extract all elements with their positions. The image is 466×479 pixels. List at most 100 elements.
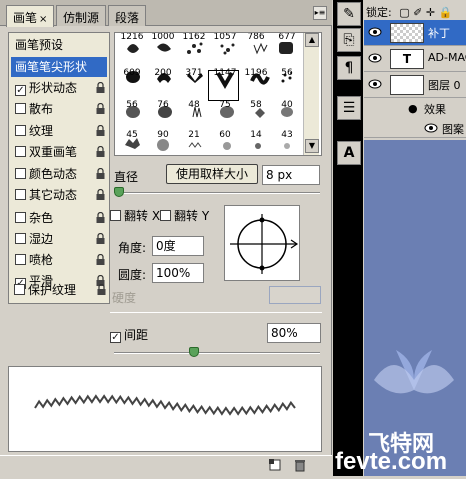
checkbox[interactable] [14, 284, 25, 295]
flip-x-label: 翻转 X [124, 209, 161, 223]
lock-icon[interactable] [96, 125, 105, 136]
visibility-eye-icon[interactable] [368, 53, 382, 63]
separator [110, 312, 322, 313]
layer-row-layer0[interactable]: 图层 0 [364, 72, 466, 98]
checkbox[interactable] [15, 146, 26, 157]
brush-size-label: 40 [281, 100, 293, 110]
stroke-preview [8, 366, 322, 452]
lock-icon[interactable] [96, 168, 105, 179]
spacing-checkbox[interactable]: ✓ [110, 332, 121, 343]
list-item-dual-brush[interactable]: 双重画笔 [11, 142, 107, 162]
list-item-other-dynamics[interactable]: 其它动态 [11, 185, 107, 205]
list-item-scattering[interactable]: 散布 [11, 99, 107, 119]
spacing-field[interactable]: 80% [267, 323, 321, 343]
brush-grid-scrollbar[interactable]: ▲ ▼ [303, 33, 319, 155]
visibility-eye-icon[interactable] [424, 123, 438, 133]
roundness-field[interactable]: 100% [152, 263, 204, 283]
brush-size-label: 60 [219, 130, 231, 140]
layer-name: AD-MAC [428, 51, 466, 64]
tab-brush[interactable]: 画笔 × [6, 5, 55, 27]
lock-pixels-icon[interactable]: ✐ [413, 6, 422, 19]
scroll-up-icon[interactable]: ▲ [305, 33, 319, 47]
checkbox[interactable] [15, 125, 26, 136]
effects-row[interactable]: ● 效果 [364, 98, 466, 118]
angle-crosshair-icon[interactable] [225, 206, 301, 282]
layer-row-patch[interactable]: 补丁 [364, 20, 466, 46]
flip-y-checkbox[interactable] [160, 210, 171, 221]
checkbox[interactable] [15, 233, 26, 244]
lock-icon[interactable] [96, 82, 105, 93]
checkbox[interactable] [15, 254, 26, 265]
lock-icon[interactable] [97, 284, 106, 295]
lock-icon[interactable] [96, 146, 105, 157]
visibility-eye-icon[interactable] [368, 27, 382, 37]
list-item-label: 形状动态 [29, 81, 78, 95]
flip-x-option[interactable]: 翻转 X [110, 207, 160, 224]
selected-brush[interactable] [208, 70, 239, 101]
list-item-label: 双重画笔 [29, 145, 78, 159]
list-item-brush-presets[interactable]: 画笔预设 [11, 35, 107, 55]
list-item-label: 湿边 [29, 232, 54, 246]
lock-transparency-icon[interactable]: ▢ [399, 6, 409, 19]
brush-size-label: 56 [126, 100, 138, 110]
list-item-label: 保护纹理 [28, 283, 77, 297]
layer-thumbnail [390, 75, 424, 95]
tab-clone-source[interactable]: 仿制源 [56, 5, 107, 26]
lock-all-icon[interactable]: 🔒 [439, 6, 453, 19]
angle-label: 角度: [118, 241, 147, 255]
checkbox[interactable]: ✓ [15, 85, 26, 96]
panel-menu-icon[interactable]: ▸≡ [313, 6, 327, 20]
flip-x-checkbox[interactable] [110, 210, 121, 221]
text-tool-icon[interactable]: A [337, 141, 361, 165]
close-icon[interactable]: × [39, 14, 47, 25]
lock-position-icon[interactable]: ✛ [426, 6, 435, 19]
tab-paragraph-label: 段落 [115, 11, 140, 25]
paragraph-toggle-icon[interactable]: ¶ [337, 56, 361, 80]
effect-pattern-label: 图案 [442, 123, 464, 136]
angle-field[interactable]: 0度 [152, 236, 204, 256]
clone-source-toggle-icon[interactable]: ⎘ [337, 28, 361, 52]
spacing-slider-track[interactable] [114, 352, 320, 354]
lock-toolbar: 锁定: ▢ ✐ ✛ 🔒 [366, 4, 466, 20]
diameter-slider-track[interactable] [114, 192, 320, 194]
use-sample-size-button[interactable]: 使用取样大小 [166, 164, 258, 184]
visibility-eye-icon[interactable] [368, 79, 382, 89]
brush-size-label: 90 [157, 130, 169, 140]
brush-shape-soft [255, 143, 261, 149]
lock-icon[interactable] [96, 189, 105, 200]
hardness-label: 硬度 [112, 291, 137, 305]
list-item-brush-tip-shape[interactable]: 画笔笔尖形状 [11, 57, 107, 77]
list-item-noise[interactable]: 杂色 [11, 208, 107, 228]
diameter-slider-thumb[interactable] [114, 187, 124, 197]
diameter-field[interactable]: 8 px [262, 165, 320, 185]
lock-icon[interactable] [96, 233, 105, 244]
brush-panel-toggle-icon[interactable]: ✎ [337, 2, 361, 26]
list-item-color-dynamics[interactable]: 颜色动态 [11, 164, 107, 184]
scroll-down-icon[interactable]: ▼ [305, 139, 319, 153]
list-item-protect-texture[interactable]: 保护纹理 [10, 280, 108, 300]
list-item-shape-dynamics[interactable]: ✓ 形状动态 [11, 78, 107, 98]
lock-icon[interactable] [96, 254, 105, 265]
brush-size-label: 1057 [213, 32, 237, 42]
angle-roundness-widget[interactable] [224, 205, 300, 281]
panel-bottom-bar [0, 455, 332, 476]
checkbox[interactable] [15, 168, 26, 179]
list-item-airbrush[interactable]: 喷枪 [11, 250, 107, 270]
layer-row-text[interactable]: T AD-MAC [364, 46, 466, 72]
effects-label: 效果 [424, 103, 446, 116]
effect-pattern-row[interactable]: 图案 [364, 118, 466, 138]
spacing-option[interactable]: ✓ 间距 [110, 326, 148, 343]
spacing-slider-thumb[interactable] [189, 347, 199, 357]
trash-icon[interactable] [293, 458, 307, 472]
character-panel-icon[interactable]: ☰ [337, 96, 361, 120]
new-preset-icon[interactable] [268, 458, 282, 472]
lock-icon[interactable] [96, 212, 105, 223]
checkbox[interactable] [15, 103, 26, 114]
flip-y-option[interactable]: 翻转 Y [160, 207, 209, 224]
tab-paragraph[interactable]: 段落 [108, 5, 147, 26]
list-item-texture[interactable]: 纹理 [11, 121, 107, 141]
list-item-wet-edges[interactable]: 湿边 [11, 229, 107, 249]
checkbox[interactable] [15, 212, 26, 223]
lock-icon[interactable] [96, 103, 105, 114]
checkbox[interactable] [15, 189, 26, 200]
